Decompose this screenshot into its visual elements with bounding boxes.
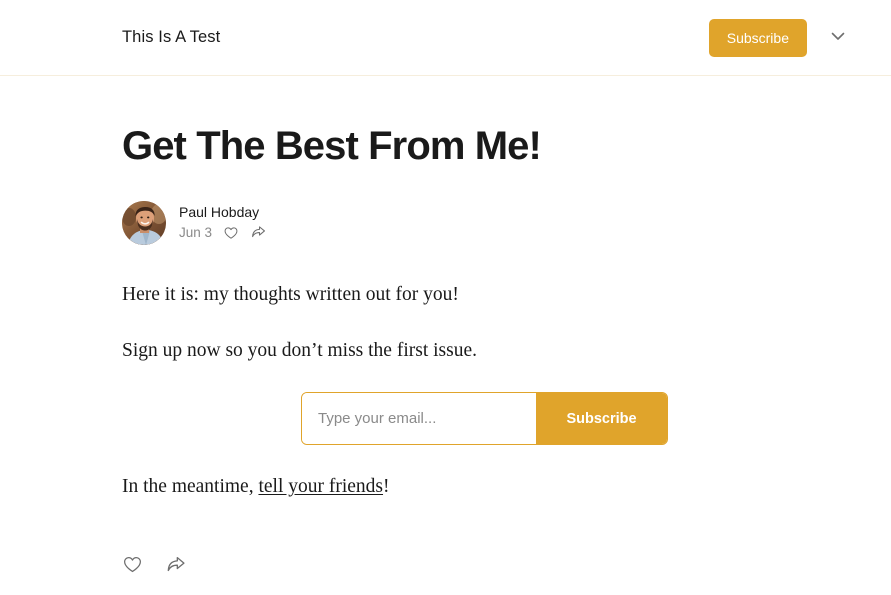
post-meta-row: Jun 3 — [179, 224, 267, 241]
heart-icon[interactable] — [223, 225, 239, 241]
header-subscribe-button[interactable]: Subscribe — [708, 18, 807, 57]
post-container: Get The Best From Me! Paul Hobday Jun 3 … — [0, 124, 891, 576]
post-paragraph-3: In the meantime, tell your friends! — [122, 472, 682, 501]
header-menu-toggle[interactable] — [825, 25, 851, 51]
footer-share-icon[interactable] — [165, 554, 187, 576]
post-actions — [122, 554, 891, 576]
paragraph-3-suffix: ! — [383, 476, 390, 498]
post-paragraph-2: Sign up now so you don’t miss the first … — [122, 340, 477, 362]
post-paragraph-1: Here it is: my thoughts written out for … — [122, 283, 459, 305]
post-title: Get The Best From Me! — [122, 124, 542, 168]
post-date: Jun 3 — [179, 225, 213, 241]
byline-text: Paul Hobday Jun 3 — [179, 204, 267, 241]
header-actions: Subscribe — [708, 18, 851, 57]
email-input[interactable] — [302, 393, 536, 445]
share-icon[interactable] — [250, 224, 267, 241]
avatar-image — [122, 200, 166, 245]
site-header: This Is A Test Subscribe — [0, 0, 891, 76]
form-subscribe-button[interactable]: Subscribe — [536, 393, 667, 445]
tell-your-friends-link[interactable]: tell your friends — [258, 476, 383, 497]
byline: Paul Hobday Jun 3 — [122, 200, 891, 245]
author-name[interactable]: Paul Hobday — [179, 204, 267, 221]
footer-heart-icon[interactable] — [122, 554, 143, 575]
paragraph-3-prefix: In the meantime, — [122, 476, 259, 498]
chevron-down-icon — [827, 25, 849, 50]
avatar[interactable] — [122, 200, 166, 245]
subscribe-form: Subscribe — [301, 392, 668, 446]
publication-title[interactable]: This Is A Test — [122, 28, 220, 47]
